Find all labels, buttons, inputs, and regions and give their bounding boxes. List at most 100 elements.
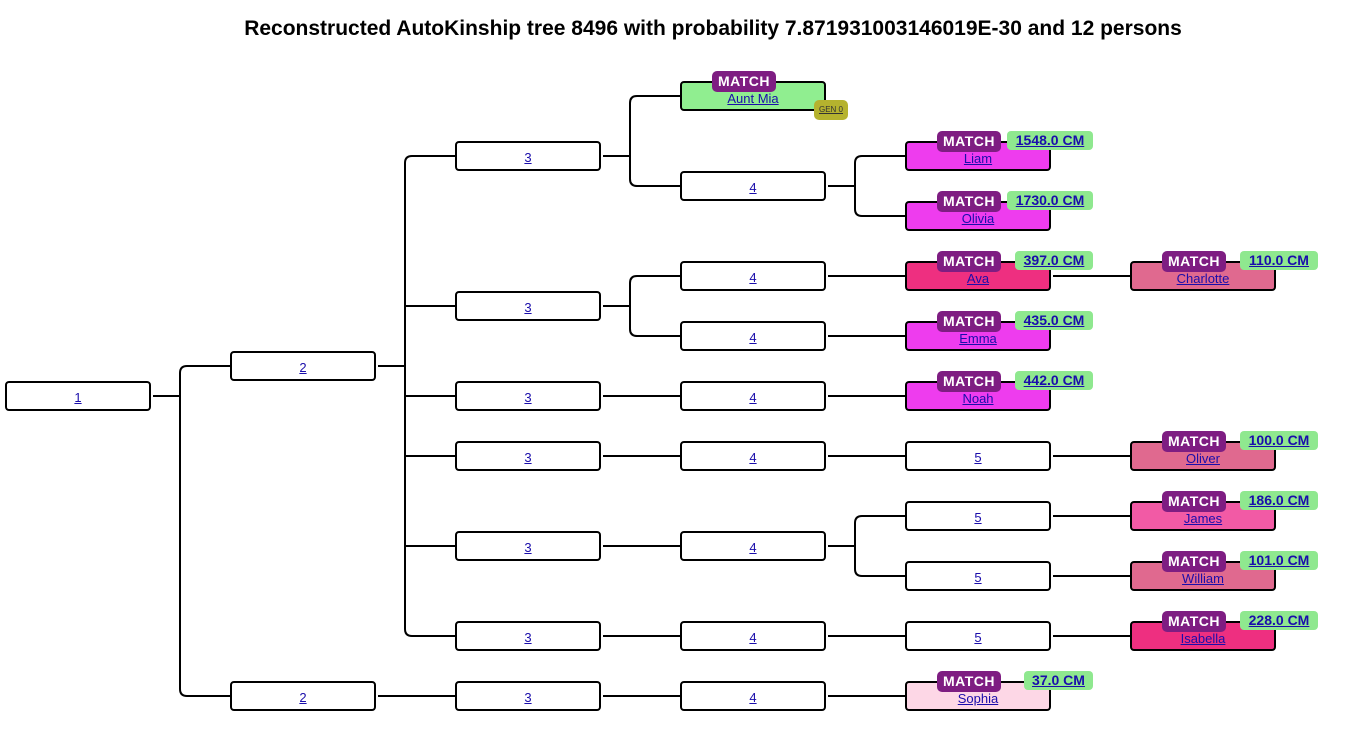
tree-node[interactable]: 3 [455,441,601,471]
tree-node-matched[interactable]: MATCH 1548.0 CM Liam [905,131,1093,171]
match-badge: MATCH [937,131,1001,152]
person-link[interactable]: Isabella [1132,632,1274,645]
match-badge: MATCH [1162,611,1226,632]
tree-node-matched[interactable]: MATCH 228.0 CM Isabella [1130,611,1318,651]
cm-badge[interactable]: 101.0 CM [1240,551,1318,570]
cm-badge[interactable]: 186.0 CM [1240,491,1318,510]
person-link[interactable]: Sophia [907,692,1049,705]
person-link[interactable]: 4 [682,623,824,653]
person-link[interactable]: 5 [907,623,1049,653]
tree-node[interactable]: 3 [455,531,601,561]
person-link[interactable]: 5 [907,443,1049,473]
cm-badge[interactable]: 100.0 CM [1240,431,1318,450]
generation-badge[interactable]: GEN 0 [814,100,848,120]
match-badge: MATCH [1162,251,1226,272]
tree-node[interactable]: 3 [455,381,601,411]
tree-node-matched[interactable]: MATCH 101.0 CM William [1130,551,1318,591]
person-link[interactable]: Aunt Mia [682,92,824,105]
tree-node[interactable]: 4 [680,621,826,651]
cm-badge[interactable]: 442.0 CM [1015,371,1093,390]
person-link[interactable]: Noah [907,392,1049,405]
match-badge: MATCH [712,71,776,92]
tree-node[interactable]: 4 [680,171,826,201]
person-link[interactable]: 1 [7,383,149,413]
match-badge: MATCH [937,671,1001,692]
person-link[interactable]: Emma [907,332,1049,345]
match-badge: MATCH [1162,431,1226,452]
person-link[interactable]: 2 [232,683,374,713]
person-link[interactable]: 4 [682,383,824,413]
person-link[interactable]: 5 [907,503,1049,533]
match-badge: MATCH [1162,551,1226,572]
person-link[interactable]: 4 [682,443,824,473]
match-badge: MATCH [937,251,1001,272]
person-link[interactable]: Oliver [1132,452,1274,465]
person-link[interactable]: 4 [682,173,824,203]
person-link[interactable]: Charlotte [1132,272,1274,285]
tree-node[interactable]: 4 [680,441,826,471]
tree-node[interactable]: 3 [455,681,601,711]
tree-node[interactable]: 2 [230,681,376,711]
match-badge: MATCH [937,191,1001,212]
person-link[interactable]: James [1132,512,1274,525]
tree-node-matched[interactable]: MATCH 1730.0 CM Olivia [905,191,1093,231]
tree-node[interactable]: 5 [905,561,1051,591]
cm-badge[interactable]: 37.0 CM [1024,671,1093,690]
person-link[interactable]: 4 [682,263,824,293]
tree-node[interactable]: 4 [680,681,826,711]
connector-line [854,568,905,577]
cm-badge[interactable]: 228.0 CM [1240,611,1318,630]
person-link[interactable]: 3 [457,143,599,173]
tree-node[interactable]: 3 [455,291,601,321]
person-link[interactable]: Liam [907,152,1049,165]
person-link[interactable]: 4 [682,533,824,563]
match-badge: MATCH [937,311,1001,332]
tree-node-matched[interactable]: MATCH 100.0 CM Oliver [1130,431,1318,471]
cm-badge[interactable]: 110.0 CM [1240,251,1318,270]
person-link[interactable]: 5 [907,563,1049,593]
tree-node[interactable]: 2 [230,351,376,381]
tree-node[interactable]: 5 [905,441,1051,471]
connector-line [404,155,455,164]
connector-line [179,688,230,697]
match-badge: MATCH [937,371,1001,392]
connector-line [629,275,680,284]
tree-node-matched[interactable]: MATCH 186.0 CM James [1130,491,1318,531]
tree-node[interactable]: 4 [680,531,826,561]
cm-badge[interactable]: 435.0 CM [1015,311,1093,330]
person-link[interactable]: 3 [457,623,599,653]
person-link[interactable]: Olivia [907,212,1049,225]
tree-node[interactable]: 5 [905,501,1051,531]
cm-badge[interactable]: 1730.0 CM [1007,191,1093,210]
tree-node[interactable]: 3 [455,621,601,651]
tree-node-matched[interactable]: MATCH 435.0 CM Emma [905,311,1093,351]
tree-node[interactable]: 4 [680,321,826,351]
match-badge: MATCH [1162,491,1226,512]
tree-node[interactable]: 5 [905,621,1051,651]
cm-badge[interactable]: 1548.0 CM [1007,131,1093,150]
tree-node-matched[interactable]: MATCH Aunt Mia GEN 0 [680,71,848,120]
tree-node[interactable]: 4 [680,381,826,411]
person-link[interactable]: 3 [457,293,599,323]
person-link[interactable]: 4 [682,683,824,713]
person-link[interactable]: 3 [457,533,599,563]
person-link[interactable]: 3 [457,683,599,713]
person-link[interactable]: 3 [457,383,599,413]
person-link[interactable]: 2 [232,353,374,383]
tree-node[interactable]: 1 [5,381,151,411]
tree-node-matched[interactable]: MATCH 442.0 CM Noah [905,371,1093,411]
tree-node-matched[interactable]: MATCH 37.0 CM Sophia [905,671,1093,711]
person-link[interactable]: 3 [457,443,599,473]
connector-line [179,365,230,374]
connector-line [629,328,680,337]
cm-badge[interactable]: 397.0 CM [1015,251,1093,270]
connector-line [404,628,455,637]
tree-node[interactable]: 4 [680,261,826,291]
tree-node-matched[interactable]: MATCH 397.0 CM Ava [905,251,1093,291]
tree-node-matched[interactable]: MATCH 110.0 CM Charlotte [1130,251,1318,291]
person-link[interactable]: William [1132,572,1274,585]
person-link[interactable]: 4 [682,323,824,353]
tree-node[interactable]: 3 [455,141,601,171]
person-link[interactable]: Ava [907,272,1049,285]
connector-line [854,515,905,524]
